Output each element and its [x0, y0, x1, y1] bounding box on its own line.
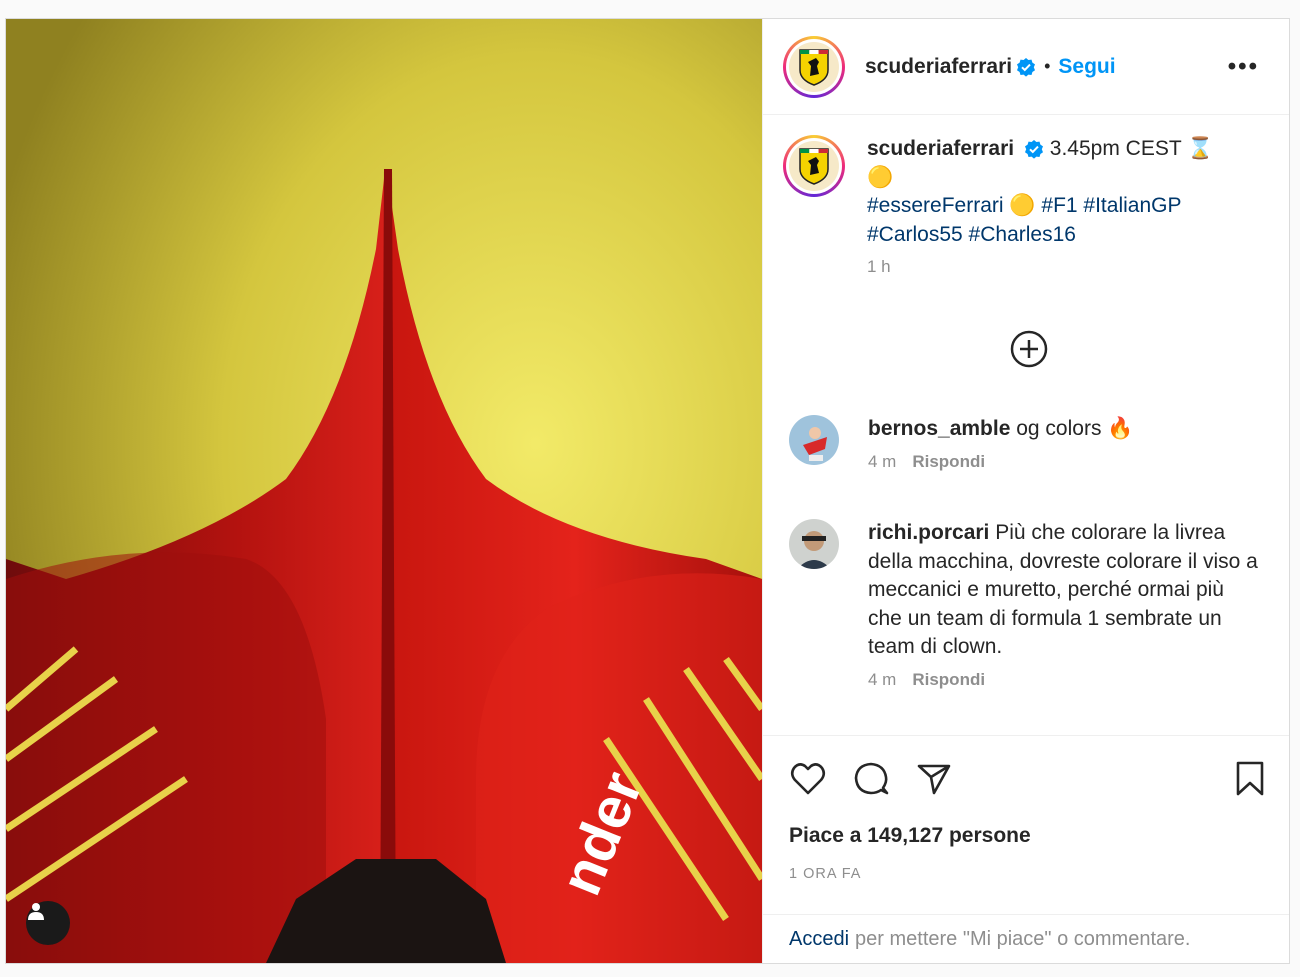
share-icon[interactable]	[915, 760, 953, 798]
post: nder scuderiaferrari • Segui ••• scuderi…	[5, 18, 1290, 964]
ferrari-logo-icon	[799, 48, 829, 86]
caption-emoji: 🟡	[867, 165, 894, 189]
caption: scuderiaferrari 3.45pm CEST ⌛ 🟡 #essereF…	[783, 135, 1247, 277]
likes-count[interactable]: Piace a 149,127 persone	[789, 824, 1031, 848]
person-icon	[28, 903, 44, 920]
comments-section: scuderiaferrari 3.45pm CEST ⌛ 🟡 #essereF…	[763, 115, 1289, 735]
comment-icon[interactable]	[852, 760, 890, 798]
caption-username[interactable]: scuderiaferrari	[867, 137, 1014, 160]
more-options-icon[interactable]: •••	[1228, 53, 1259, 81]
comment-username[interactable]: richi.porcari	[868, 521, 989, 544]
avatar-image	[789, 519, 839, 569]
commenter-avatar[interactable]	[789, 519, 839, 569]
comment-username[interactable]: bernos_amble	[868, 417, 1010, 440]
ferrari-logo-icon	[799, 148, 829, 185]
hashtag-esserefferrari[interactable]: #essereFerrari	[867, 194, 1004, 217]
account-avatar[interactable]	[783, 35, 845, 98]
caption-time: 1 h	[867, 257, 891, 276]
comment-item: richi.porcari Più che colorare la livrea…	[783, 519, 1260, 690]
login-link[interactable]: Accedi	[789, 928, 849, 951]
hashtags-f1-italiangp[interactable]: #F1 #ItalianGP	[1041, 194, 1181, 217]
verified-badge-icon	[1024, 140, 1043, 160]
like-heart-icon[interactable]	[789, 760, 827, 798]
post-header: scuderiaferrari • Segui •••	[763, 19, 1289, 115]
comment-text: og colors 🔥	[1016, 417, 1134, 440]
save-bookmark-icon[interactable]	[1233, 760, 1267, 798]
caption-avatar[interactable]	[783, 135, 845, 197]
account-username[interactable]: scuderiaferrari	[865, 55, 1012, 79]
load-more-comments-icon[interactable]	[1009, 329, 1049, 369]
comment-item: bernos_amble og colors 🔥 4 m Rispondi	[783, 415, 1248, 472]
verified-badge-icon	[1017, 57, 1036, 77]
comment-time: 4 m	[868, 669, 897, 689]
post-actions: Piace a 149,127 persone 1 ORA FA	[763, 735, 1289, 914]
follow-button[interactable]: Segui	[1058, 55, 1115, 79]
hashtags-drivers[interactable]: #Carlos55 #Charles16	[867, 223, 1076, 246]
post-timestamp: 1 ORA FA	[789, 866, 862, 882]
caption-emoji-2: 🟡	[1009, 194, 1036, 217]
login-prompt: Accedi per mettere "Mi piace" o commenta…	[763, 914, 1289, 963]
login-prompt-text: per mettere "Mi piace" o commentare.	[855, 927, 1191, 950]
reply-button[interactable]: Rispondi	[912, 670, 985, 689]
reply-button[interactable]: Rispondi	[912, 452, 985, 471]
commenter-avatar[interactable]	[789, 415, 839, 465]
comment-time: 4 m	[868, 451, 897, 471]
post-sidebar: scuderiaferrari • Segui ••• scuderiaferr…	[762, 19, 1289, 963]
caption-text: 3.45pm CEST ⌛	[1049, 137, 1214, 160]
avatar-image	[789, 415, 839, 465]
separator-dot: •	[1044, 56, 1051, 76]
post-image[interactable]: nder	[6, 19, 762, 963]
ferrari-car-photo: nder	[6, 19, 762, 963]
tagged-users-button[interactable]	[26, 901, 70, 945]
